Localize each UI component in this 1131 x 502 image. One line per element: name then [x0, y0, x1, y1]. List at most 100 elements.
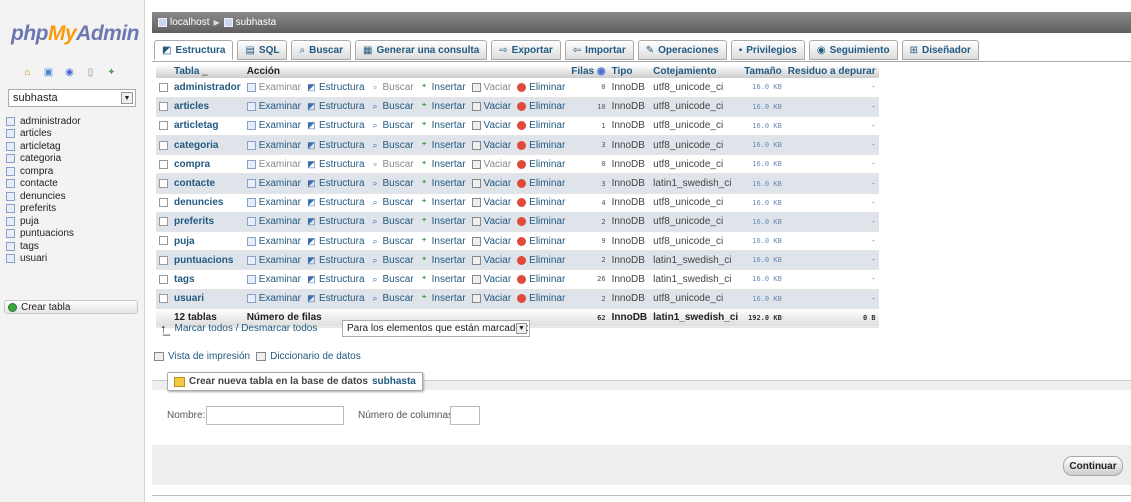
nav-table-item[interactable]: usuari: [6, 253, 81, 266]
drop-action[interactable]: Eliminar: [517, 293, 565, 304]
browse-action[interactable]: Examinar: [246, 120, 301, 131]
size-link[interactable]: 16.0 KB: [741, 193, 785, 213]
structure-action[interactable]: ◩ Estructura: [307, 140, 364, 151]
row-checkbox[interactable]: [159, 82, 168, 92]
drop-action[interactable]: Eliminar: [517, 82, 565, 93]
insert-action[interactable]: ⁺ Insertar: [420, 140, 466, 151]
table-name-input[interactable]: [206, 406, 344, 425]
nav-table-item[interactable]: contacte: [6, 178, 81, 191]
header-tipo[interactable]: Tipo: [608, 65, 651, 78]
header-filas[interactable]: Filas ◉: [568, 65, 609, 78]
nav-table-item[interactable]: denuncies: [6, 190, 81, 203]
insert-action[interactable]: ⁺ Insertar: [420, 197, 466, 208]
search-action[interactable]: ⌕ Buscar: [371, 101, 413, 112]
print-view-link[interactable]: Vista de impresión: [168, 351, 250, 362]
data-dictionary-link[interactable]: Diccionario de datos: [270, 351, 361, 362]
tab-export[interactable]: ⇨ Exportar: [491, 40, 561, 60]
structure-action[interactable]: ◩ Estructura: [307, 178, 364, 189]
insert-action[interactable]: ⁺ Insertar: [420, 236, 466, 247]
docs-icon[interactable]: ▯: [85, 67, 96, 78]
row-checkbox[interactable]: [159, 294, 168, 304]
search-action[interactable]: ⌕ Buscar: [371, 236, 413, 247]
structure-action[interactable]: ◩ Estructura: [307, 101, 364, 112]
table-name-link[interactable]: contacte: [171, 173, 244, 194]
search-action[interactable]: ▫ Buscar: [371, 82, 413, 93]
browse-action[interactable]: Examinar: [246, 140, 301, 151]
browse-action[interactable]: Examinar: [246, 216, 301, 227]
row-checkbox[interactable]: [159, 178, 168, 188]
browse-action[interactable]: Examinar: [246, 82, 301, 93]
table-name-link[interactable]: articletag: [171, 116, 244, 137]
empty-action[interactable]: Vaciar: [471, 236, 511, 247]
chevron-down-icon[interactable]: ▼: [121, 92, 133, 104]
size-link[interactable]: 16.0 KB: [741, 97, 785, 117]
structure-action[interactable]: ◩ Estructura: [307, 216, 364, 227]
size-link[interactable]: 16.0 KB: [741, 212, 785, 233]
structure-action[interactable]: ◩ Estructura: [307, 82, 364, 93]
table-name-link[interactable]: categoria: [171, 135, 244, 156]
drop-action[interactable]: Eliminar: [517, 120, 565, 131]
browse-action[interactable]: Examinar: [246, 197, 301, 208]
row-checkbox[interactable]: [159, 217, 168, 227]
empty-action[interactable]: Vaciar: [471, 140, 511, 151]
nav-table-item[interactable]: preferits: [6, 203, 81, 216]
nav-table-item[interactable]: administrador: [6, 115, 81, 128]
nav-table-item[interactable]: categoria: [6, 153, 81, 166]
row-checkbox[interactable]: [159, 102, 168, 112]
insert-action[interactable]: ⁺ Insertar: [420, 120, 466, 131]
empty-action[interactable]: Vaciar: [471, 293, 511, 304]
database-select[interactable]: subhasta ▼: [8, 89, 136, 107]
insert-action[interactable]: ⁺ Insertar: [420, 101, 466, 112]
row-checkbox[interactable]: [159, 236, 168, 246]
drop-action[interactable]: Eliminar: [517, 159, 565, 170]
with-selected-select[interactable]: Para los elementos que están marcados: ▼: [342, 320, 530, 337]
table-name-link[interactable]: tags: [171, 269, 244, 290]
exit-icon[interactable]: ▣: [43, 67, 54, 78]
size-link[interactable]: 16.0 KB: [741, 289, 785, 309]
table-name-link[interactable]: puntuacions: [171, 250, 244, 271]
header-tamano[interactable]: Tamaño: [741, 65, 785, 78]
row-checkbox[interactable]: [159, 274, 168, 284]
phpmyadmin-logo[interactable]: phpMyAdmin: [11, 22, 139, 46]
size-link[interactable]: 16.0 KB: [741, 173, 785, 194]
drop-action[interactable]: Eliminar: [517, 255, 565, 266]
insert-action[interactable]: ⁺ Insertar: [420, 82, 466, 93]
drop-action[interactable]: Eliminar: [517, 197, 565, 208]
drop-action[interactable]: Eliminar: [517, 216, 565, 227]
empty-action[interactable]: Vaciar: [471, 159, 511, 170]
structure-action[interactable]: ◩ Estructura: [307, 293, 364, 304]
size-link[interactable]: 16.0 KB: [741, 231, 785, 252]
chevron-down-icon[interactable]: ▼: [516, 323, 527, 334]
table-name-link[interactable]: preferits: [171, 212, 244, 233]
tab-sql[interactable]: ▤ SQL: [237, 40, 288, 60]
structure-action[interactable]: ◩ Estructura: [307, 120, 364, 131]
create-table-button[interactable]: Crear tabla: [4, 300, 138, 314]
settings-icon[interactable]: ✦: [106, 67, 117, 78]
drop-action[interactable]: Eliminar: [517, 178, 565, 189]
empty-action[interactable]: Vaciar: [471, 197, 511, 208]
columns-count-input[interactable]: [450, 406, 480, 425]
table-name-link[interactable]: usuari: [171, 289, 244, 309]
table-name-link[interactable]: articles: [171, 97, 244, 117]
size-link[interactable]: 16.0 KB: [741, 116, 785, 137]
size-link[interactable]: 16.0 KB: [741, 269, 785, 290]
search-action[interactable]: ⌕ Buscar: [371, 120, 413, 131]
home-icon[interactable]: ⌂: [22, 67, 33, 78]
nav-table-item[interactable]: puntuacions: [6, 228, 81, 241]
nav-table-item[interactable]: tags: [6, 240, 81, 253]
drop-action[interactable]: Eliminar: [517, 274, 565, 285]
row-checkbox[interactable]: [159, 121, 168, 131]
insert-action[interactable]: ⁺ Insertar: [420, 159, 466, 170]
row-checkbox[interactable]: [159, 159, 168, 169]
search-action[interactable]: ⌕ Buscar: [371, 197, 413, 208]
browse-action[interactable]: Examinar: [246, 159, 301, 170]
empty-action[interactable]: Vaciar: [471, 178, 511, 189]
size-link[interactable]: 16.0 KB: [741, 250, 785, 271]
header-cotejamiento[interactable]: Cotejamiento: [650, 65, 742, 78]
table-name-link[interactable]: compra: [171, 154, 244, 175]
search-action[interactable]: ⌕ Buscar: [371, 178, 413, 189]
table-name-link[interactable]: administrador: [171, 78, 244, 98]
tab-search[interactable]: ⌕ Buscar: [291, 40, 351, 60]
empty-action[interactable]: Vaciar: [471, 82, 511, 93]
insert-action[interactable]: ⁺ Insertar: [420, 216, 466, 227]
